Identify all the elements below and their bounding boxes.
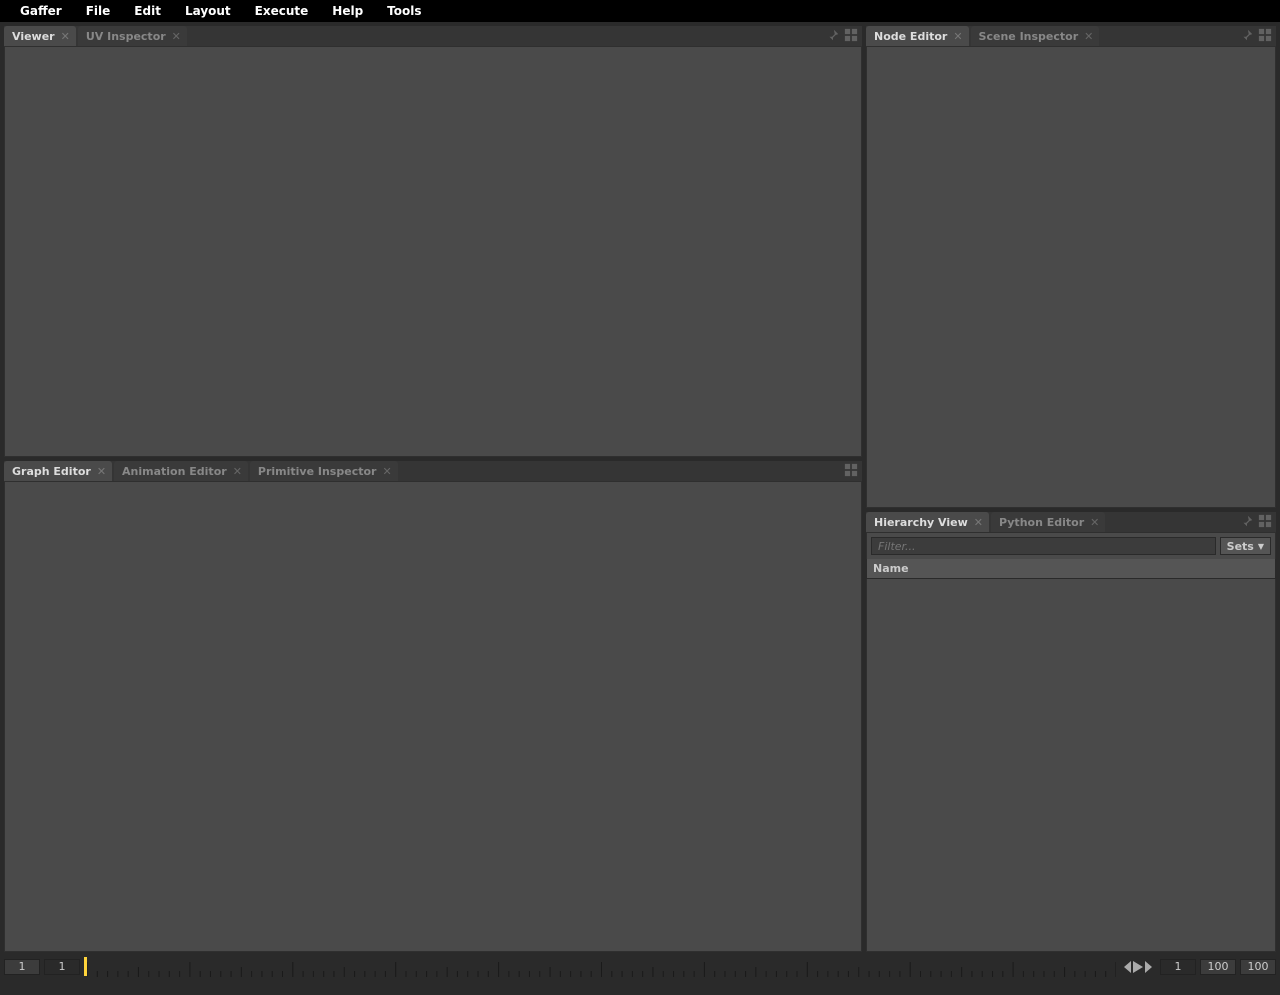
pin-icon[interactable]	[1240, 28, 1254, 45]
chevron-down-icon: ▼	[1258, 542, 1264, 551]
close-icon[interactable]: ✕	[97, 466, 106, 477]
timeline-end-input[interactable]	[1200, 959, 1236, 975]
close-icon[interactable]: ✕	[61, 31, 70, 42]
timeline-current-input[interactable]	[1160, 959, 1196, 975]
skip-back-icon[interactable]	[1120, 959, 1132, 975]
menu-execute[interactable]: Execute	[243, 4, 321, 18]
sets-button-label: Sets	[1227, 540, 1254, 553]
right-column: Node Editor ✕ Scene Inspector ✕	[866, 26, 1276, 952]
timeline-start-bound-input[interactable]	[4, 959, 40, 975]
close-icon[interactable]: ✕	[974, 517, 983, 528]
close-icon[interactable]: ✕	[172, 31, 181, 42]
menu-help[interactable]: Help	[320, 4, 375, 18]
sets-button[interactable]: Sets ▼	[1220, 537, 1271, 555]
tab-node-editor-label: Node Editor	[874, 30, 947, 43]
tab-node-editor[interactable]: Node Editor ✕	[866, 26, 969, 46]
pin-icon[interactable]	[826, 28, 840, 45]
hierarchy-toolbar: Sets ▼	[866, 532, 1276, 559]
layout-icon[interactable]	[844, 28, 858, 45]
tab-uv-inspector-label: UV Inspector	[86, 30, 166, 43]
tab-python-editor-label: Python Editor	[999, 516, 1084, 529]
graph-editor-viewport[interactable]	[4, 481, 862, 952]
workspace: Viewer ✕ UV Inspector ✕	[0, 22, 1280, 956]
hierarchy-panel: Hierarchy View ✕ Python Editor ✕	[866, 512, 1276, 952]
tab-animation-editor[interactable]: Animation Editor ✕	[114, 461, 248, 481]
layout-icon[interactable]	[1258, 28, 1272, 45]
timeline-ticks	[87, 956, 1116, 977]
close-icon[interactable]: ✕	[1090, 517, 1099, 528]
timeline-slider[interactable]	[84, 956, 1116, 977]
menu-file[interactable]: File	[74, 4, 123, 18]
tab-graph-editor[interactable]: Graph Editor ✕	[4, 461, 112, 481]
menu-tools[interactable]: Tools	[375, 4, 433, 18]
tab-hierarchy-view[interactable]: Hierarchy View ✕	[866, 512, 989, 532]
menu-edit[interactable]: Edit	[122, 4, 173, 18]
viewer-panel: Viewer ✕ UV Inspector ✕	[4, 26, 862, 457]
menu-gaffer[interactable]: Gaffer	[8, 4, 74, 18]
node-editor-tabbar: Node Editor ✕ Scene Inspector ✕	[866, 26, 1276, 46]
node-editor-viewport[interactable]	[866, 46, 1276, 508]
play-controls	[1120, 959, 1156, 975]
graph-editor-panel: Graph Editor ✕ Animation Editor ✕ Primit…	[4, 461, 862, 952]
tab-graph-editor-label: Graph Editor	[12, 465, 91, 478]
menu-bar: Gaffer File Edit Layout Execute Help Too…	[0, 0, 1280, 22]
layout-icon[interactable]	[1258, 514, 1272, 531]
tab-hierarchy-view-label: Hierarchy View	[874, 516, 968, 529]
tab-viewer-label: Viewer	[12, 30, 55, 43]
timeline-end-bound-input[interactable]	[1240, 959, 1276, 975]
layout-icon[interactable]	[844, 463, 858, 480]
hierarchy-column-header[interactable]: Name	[866, 559, 1276, 579]
tab-scene-inspector-label: Scene Inspector	[979, 30, 1079, 43]
tab-uv-inspector[interactable]: UV Inspector ✕	[78, 26, 187, 46]
viewer-tabbar: Viewer ✕ UV Inspector ✕	[4, 26, 862, 46]
skip-forward-icon[interactable]	[1144, 959, 1156, 975]
timeline-start-input[interactable]	[44, 959, 80, 975]
tab-scene-inspector[interactable]: Scene Inspector ✕	[971, 26, 1100, 46]
hierarchy-filter-input[interactable]	[871, 537, 1216, 555]
tab-primitive-inspector[interactable]: Primitive Inspector ✕	[250, 461, 398, 481]
graph-tabbar: Graph Editor ✕ Animation Editor ✕ Primit…	[4, 461, 862, 481]
play-icon[interactable]	[1132, 959, 1144, 975]
tab-python-editor[interactable]: Python Editor ✕	[991, 512, 1105, 532]
close-icon[interactable]: ✕	[1084, 31, 1093, 42]
hierarchy-tabbar: Hierarchy View ✕ Python Editor ✕	[866, 512, 1276, 532]
tab-viewer[interactable]: Viewer ✕	[4, 26, 76, 46]
close-icon[interactable]: ✕	[382, 466, 391, 477]
menu-layout[interactable]: Layout	[173, 4, 243, 18]
pin-icon[interactable]	[1240, 514, 1254, 531]
node-editor-panel: Node Editor ✕ Scene Inspector ✕	[866, 26, 1276, 508]
tab-animation-editor-label: Animation Editor	[122, 465, 227, 478]
tab-primitive-inspector-label: Primitive Inspector	[258, 465, 377, 478]
hierarchy-list[interactable]	[866, 579, 1276, 952]
close-icon[interactable]: ✕	[233, 466, 242, 477]
left-column: Viewer ✕ UV Inspector ✕	[4, 26, 862, 952]
close-icon[interactable]: ✕	[953, 31, 962, 42]
timeline	[0, 956, 1280, 995]
viewer-viewport[interactable]	[4, 46, 862, 457]
